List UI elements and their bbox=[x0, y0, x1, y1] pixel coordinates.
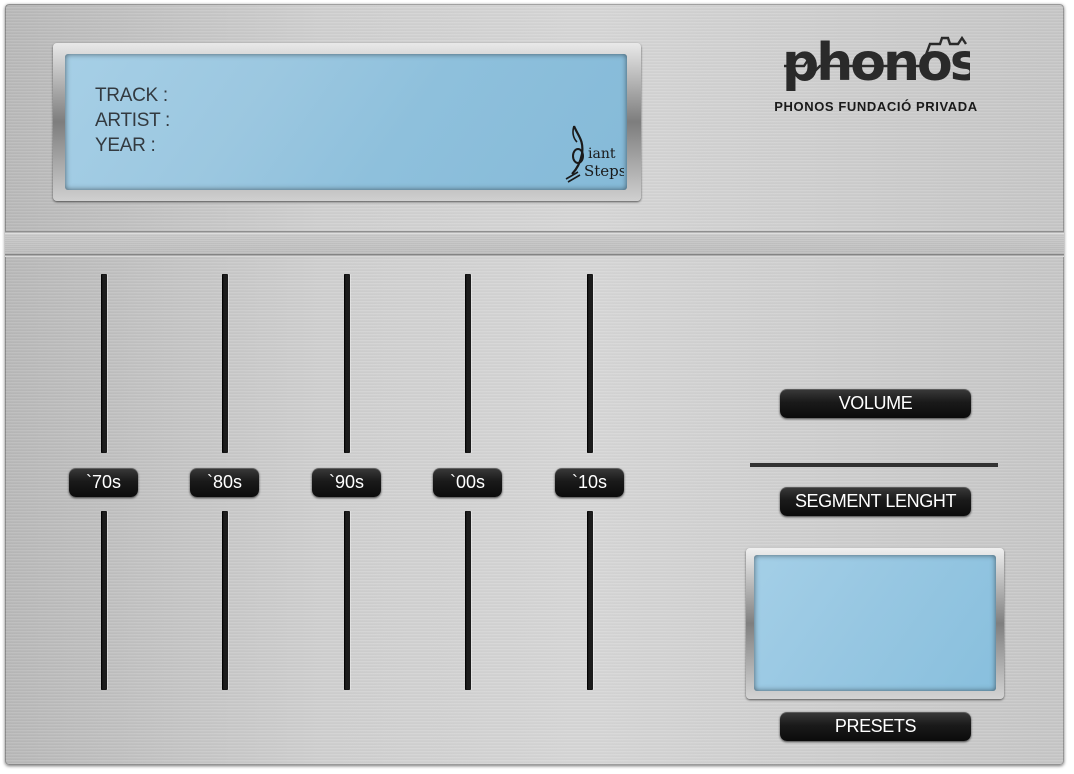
fader-knob[interactable]: `10s bbox=[555, 467, 624, 497]
fader-track-lower[interactable] bbox=[101, 511, 107, 690]
fader-knob[interactable]: `70s bbox=[69, 467, 138, 497]
year-label: YEAR : bbox=[95, 135, 156, 156]
segment-length-button[interactable]: SEGMENT LENGHT bbox=[780, 487, 971, 516]
fader-track-lower[interactable] bbox=[465, 511, 471, 690]
section-divider-bottom bbox=[5, 254, 1064, 257]
volume-rule bbox=[750, 463, 998, 467]
giant-steps-text-2: Steps bbox=[584, 162, 624, 180]
phonos-logo: phonos bbox=[782, 33, 970, 93]
presets-button[interactable]: PRESETS bbox=[780, 712, 971, 741]
section-divider-band bbox=[5, 234, 1064, 254]
fader-track-lower[interactable] bbox=[222, 511, 228, 690]
fader-track-upper[interactable] bbox=[101, 274, 107, 453]
fader-track-lower[interactable] bbox=[344, 511, 350, 690]
giant-steps-text-1: iant bbox=[588, 146, 616, 162]
fader-track-upper[interactable] bbox=[587, 274, 593, 453]
track-label: TRACK : bbox=[95, 85, 168, 106]
fader-knob[interactable]: `90s bbox=[312, 467, 381, 497]
presets-display[interactable] bbox=[754, 555, 996, 691]
volume-button[interactable]: VOLUME bbox=[780, 389, 971, 418]
fader-track-upper[interactable] bbox=[222, 274, 228, 453]
fader-track-lower[interactable] bbox=[587, 511, 593, 690]
giant-steps-logo: iant Steps bbox=[565, 125, 624, 183]
fader-knob[interactable]: `80s bbox=[190, 467, 259, 497]
artist-label: ARTIST : bbox=[95, 110, 171, 131]
fader-track-upper[interactable] bbox=[344, 274, 350, 453]
fader-knob[interactable]: `00s bbox=[433, 467, 502, 497]
fader-track-upper[interactable] bbox=[465, 274, 471, 453]
brand-subtitle: PHONOS FUNDACIÓ PRIVADA bbox=[774, 99, 978, 114]
